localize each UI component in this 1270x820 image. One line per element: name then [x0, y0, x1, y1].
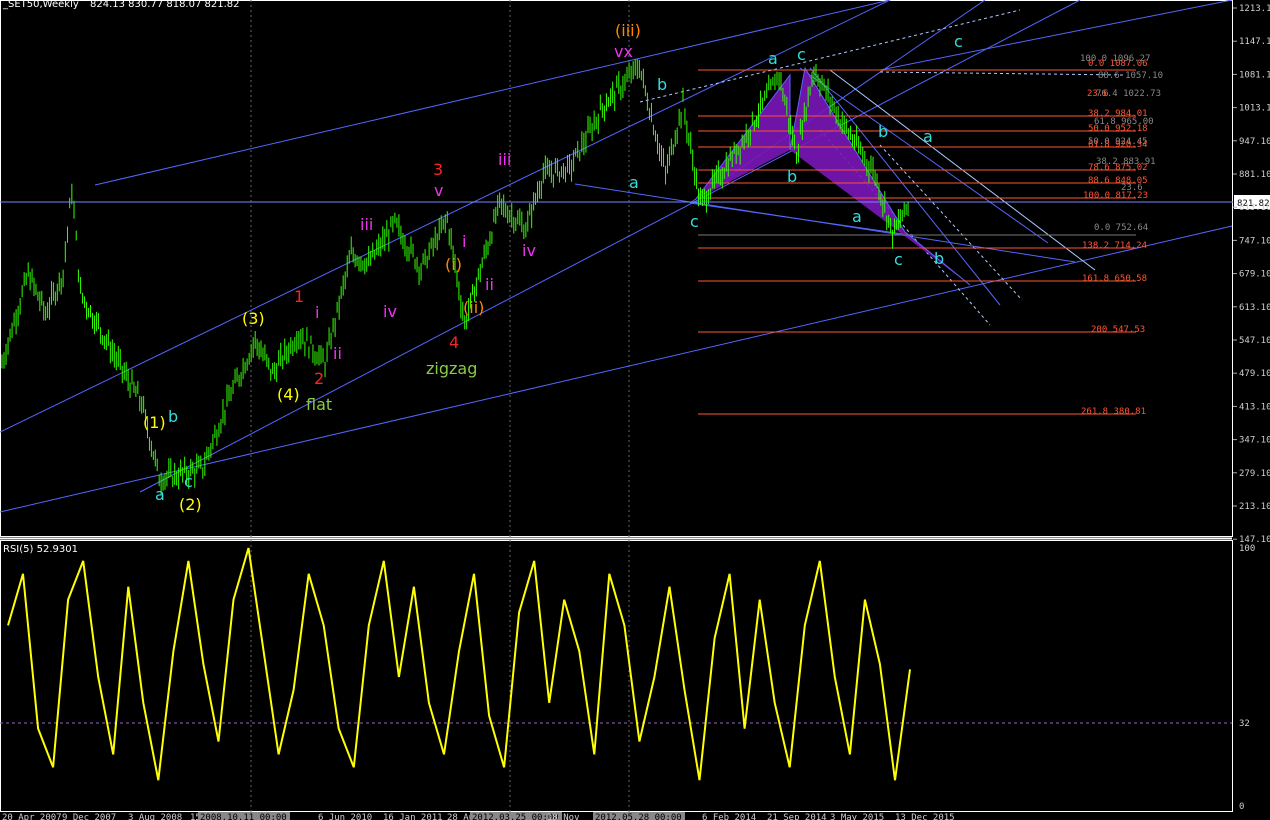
- price-tick-label: 547.10: [1239, 336, 1270, 346]
- wave-label: i: [315, 303, 319, 322]
- wave-label: c: [894, 250, 903, 269]
- wave-label: 4: [449, 333, 459, 352]
- fib-label: 76.4 1022.73: [1096, 89, 1161, 99]
- price-tick-label: 413.10: [1239, 402, 1270, 412]
- time-tick-label: 2012.03.25 00:00: [472, 813, 559, 820]
- wave-label: a: [629, 173, 639, 192]
- chart-header-ohlc: 824.13 830.77 818.07 821.82: [90, 0, 240, 10]
- wave-labels: (1) bac(2)(3)(4)flat12iiiiiiiv3v(i)(ii)4z…: [143, 21, 963, 514]
- wave-label: c: [184, 472, 193, 491]
- chart-canvas[interactable]: 0.0 1087.06100.0 1096.2788.6 1057.1023.6…: [0, 0, 1270, 820]
- wave-label: a: [852, 207, 862, 226]
- fib-label: 61.8 920.34: [1088, 140, 1148, 150]
- price-tick-label: 213.10: [1239, 502, 1270, 512]
- rsi-line: [7, 547, 911, 781]
- time-tick-label: 13 Dec 2015: [895, 813, 955, 820]
- time-tick-label: 3 Aug 2008: [128, 813, 182, 820]
- fib-label: 50.0 952.18: [1088, 124, 1148, 134]
- wave-label: a: [155, 485, 165, 504]
- price-tick-label: 613.10: [1239, 303, 1270, 313]
- fib-label: 200 547.53: [1091, 325, 1145, 335]
- price-axis: 1213.10 1147.10 1081.10 1013.10 947.10 881.10…: [1233, 4, 1270, 545]
- trend-line: [139, 0, 1081, 493]
- time-axis: 20 Apr 20079 Dec 20073 Aug 200815 Mar200…: [2, 812, 955, 820]
- fib-label: 100.0 1096.27: [1080, 54, 1150, 64]
- fib-label: 138.2 714.24: [1082, 241, 1147, 251]
- time-tick-label: 6 Jun 2010: [318, 813, 372, 820]
- price-tick-label: 1213.10: [1239, 4, 1270, 14]
- price-tick-label: 1147.10: [1239, 37, 1270, 47]
- rsi-label: RSI(5) 52.9301: [3, 544, 78, 555]
- time-tick-label: 6 Feb 2014: [702, 813, 756, 820]
- time-tick-label: 2012.05.28 00:00: [595, 813, 682, 820]
- price-tick-label: 279.10: [1239, 469, 1270, 479]
- time-tick-label: 9 Dec 2007: [62, 813, 116, 820]
- wave-label: a: [768, 49, 778, 68]
- wave-label: iv: [383, 302, 397, 321]
- wave-label: ii: [485, 275, 494, 294]
- price-tick-label: 947.10: [1239, 137, 1270, 147]
- wave-label: 2: [314, 369, 324, 388]
- wave-label: flat: [306, 395, 332, 414]
- wave-label: iii: [360, 215, 373, 234]
- wave-label: (ii): [463, 298, 484, 317]
- fib-label: 261.8 380.81: [1081, 407, 1146, 417]
- rsi-tick-label: 0: [1239, 802, 1244, 812]
- trend-line: [809, 67, 1001, 306]
- rsi-indicator: [7, 547, 911, 781]
- wave-label: i: [462, 232, 466, 251]
- wave-label: b: [934, 249, 944, 268]
- wave-label: b: [657, 75, 667, 94]
- trend-channels: [0, 0, 1233, 513]
- fib-label: 100.0 817.23: [1083, 191, 1148, 201]
- rsi-tick-label: 100: [1239, 544, 1255, 554]
- trend-line: [639, 9, 1021, 103]
- wave-label: (2): [179, 495, 202, 514]
- rsi-axis: 100 32 0: [1239, 544, 1255, 812]
- wave-label: b: [878, 122, 888, 141]
- wave-label: (i): [445, 255, 462, 274]
- wave-label: iii: [498, 150, 511, 169]
- wave-label: ii: [333, 344, 342, 363]
- trend-line: [879, 71, 1126, 76]
- wave-label: (4): [277, 385, 300, 404]
- trend-line: [879, 144, 1023, 301]
- price-tick-label: 881.10: [1239, 170, 1270, 180]
- price-tick-label: 1013.10: [1239, 104, 1270, 114]
- wave-label: zigzag: [426, 359, 477, 378]
- fib-label: 161.8 650.58: [1082, 274, 1147, 284]
- wave-label: c: [797, 45, 806, 64]
- wave-label: c: [690, 212, 699, 231]
- wave-label: iv: [522, 241, 536, 260]
- time-tick-label: 2008.10.11 00:00: [200, 813, 287, 820]
- fib-label: 88.6 1057.10: [1098, 71, 1163, 81]
- fib-label: 78.6 875.02: [1088, 163, 1148, 173]
- wave-label: b: [787, 167, 797, 186]
- chart-header-symbol: _SET50,Weekly: [2, 0, 79, 10]
- wave-label: a: [923, 127, 933, 146]
- price-tick-label: 347.10: [1239, 436, 1270, 446]
- time-tick-label: 20 Apr 2007: [2, 813, 62, 820]
- trend-line: [879, 0, 1233, 71]
- price-tick-label: 1081.10: [1239, 70, 1270, 80]
- price-tick-label: 813.10: [1239, 203, 1270, 213]
- time-tick-label: 21 Sep 2014: [767, 813, 827, 820]
- wave-label: c: [954, 32, 963, 51]
- price-tick-label: 679.10: [1239, 270, 1270, 280]
- wave-label: 3: [433, 160, 443, 179]
- price-tick-label: 479.10: [1239, 369, 1270, 379]
- rsi-tick-label: 32: [1239, 719, 1250, 729]
- wave-label: vx: [614, 42, 633, 61]
- wave-label: (iii): [615, 21, 641, 40]
- wave-label: v: [434, 181, 443, 200]
- price-tick-label: 747.10: [1239, 236, 1270, 246]
- wave-label: (3): [242, 309, 265, 328]
- time-tick-label: 3 May 2015: [830, 813, 884, 820]
- wave-label: 1: [294, 287, 304, 306]
- fib-label: 0.0 752.64: [1094, 223, 1148, 233]
- wave-label: b: [168, 407, 178, 426]
- time-tick-label: 16 Jan 2011: [383, 813, 443, 820]
- wave-label: (1): [143, 413, 166, 432]
- time-tick-label: 18 Nov: [547, 813, 580, 820]
